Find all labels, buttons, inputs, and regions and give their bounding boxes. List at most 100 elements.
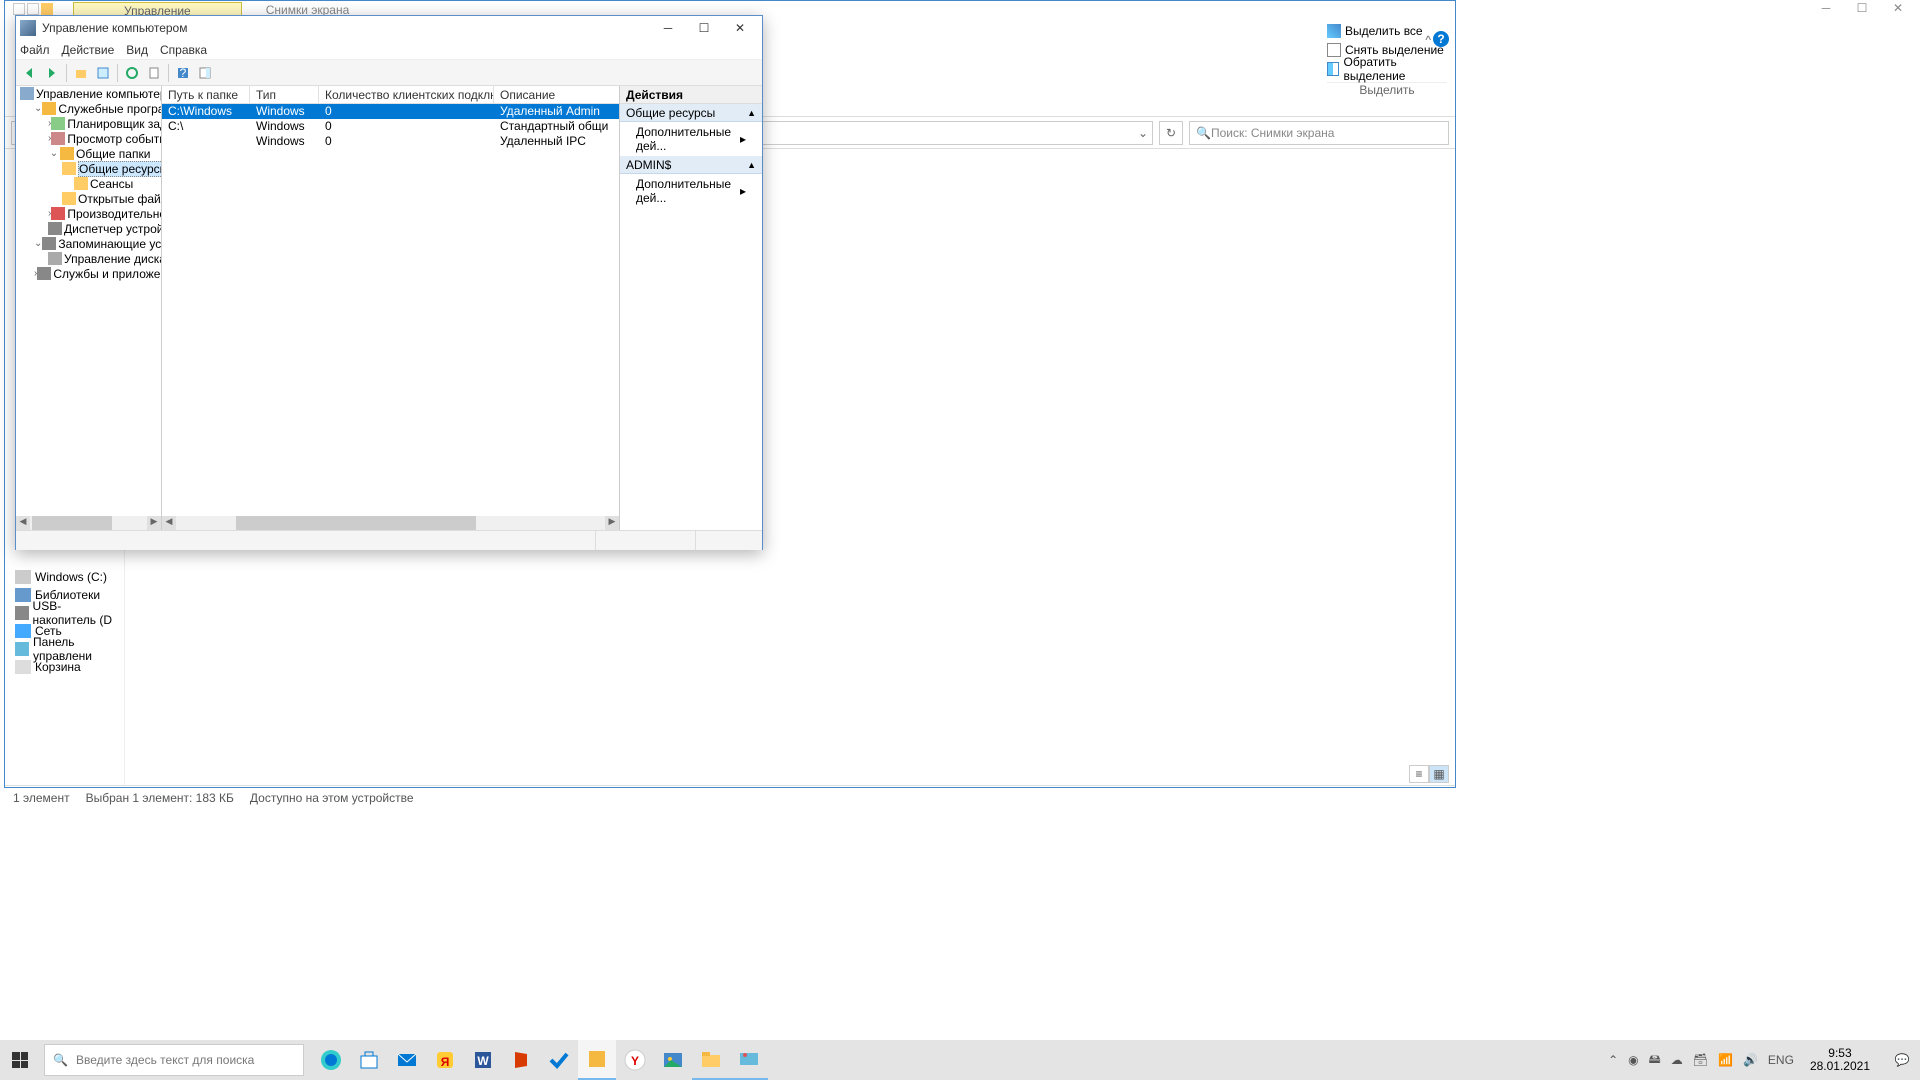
menu-action[interactable]: Действие <box>62 43 115 57</box>
tree-item[interactable]: ›Просмотр событий <box>16 131 161 146</box>
list-row[interactable]: C:\WindowsWindows0Удаленный Admin <box>162 104 619 119</box>
taskbar-office[interactable] <box>502 1040 540 1080</box>
tree-node-icon <box>42 237 56 250</box>
tree-node-icon <box>74 177 88 190</box>
taskbar-store[interactable] <box>350 1040 388 1080</box>
tray-battery-icon[interactable]: 🗃 <box>1693 1053 1708 1067</box>
invert-selection-button[interactable]: Обратить выделение <box>1327 60 1447 78</box>
help-icon[interactable]: ? <box>1433 31 1449 47</box>
tree-item[interactable]: Управление компьютером (л <box>16 86 161 101</box>
taskbar-mail[interactable] <box>388 1040 426 1080</box>
close-button[interactable]: ✕ <box>722 16 758 40</box>
help-button[interactable]: ? <box>173 63 193 83</box>
start-button[interactable] <box>0 1040 40 1080</box>
bg-minimize-button[interactable]: ─ <box>1808 1 1844 21</box>
taskbar-explorer[interactable] <box>692 1040 730 1080</box>
tree-expand-icon[interactable]: ⌄ <box>34 238 42 249</box>
tree-item[interactable]: ›Планировщик заданий <box>16 116 161 131</box>
tree-node-icon <box>60 147 74 160</box>
refresh-button[interactable] <box>122 63 142 83</box>
svg-text:?: ? <box>180 66 187 80</box>
tree-item[interactable]: ›Производительность <box>16 206 161 221</box>
tree-node-label: Диспетчер устройств <box>64 222 162 236</box>
nav-item-usb[interactable]: USB-накопитель (D <box>5 604 124 622</box>
forward-button[interactable] <box>42 63 62 83</box>
tree-item[interactable]: ⌄Запоминающие устройств <box>16 236 161 251</box>
mmc-tree-pane[interactable]: Управление компьютером (л ⌄ Служебные прог… <box>16 86 162 530</box>
export-button[interactable] <box>144 63 164 83</box>
actions-group-shares[interactable]: Общие ресурсы▲ <box>620 104 762 122</box>
minimize-button[interactable]: ─ <box>650 16 686 40</box>
taskbar-search-input[interactable]: 🔍Введите здесь текст для поиска <box>44 1044 304 1076</box>
tree-item[interactable]: Сеансы <box>16 176 161 191</box>
column-header-connections[interactable]: Количество клиентских подключений <box>319 86 494 103</box>
actions-more-shares[interactable]: Дополнительные дей...▸ <box>620 122 762 156</box>
properties-button[interactable] <box>93 63 113 83</box>
tree-item[interactable]: Открытые файлы <box>16 191 161 206</box>
back-button[interactable] <box>20 63 40 83</box>
taskbar-compmgmt[interactable] <box>578 1040 616 1080</box>
actions-more-admin[interactable]: Дополнительные дей...▸ <box>620 174 762 208</box>
tree-expand-icon[interactable]: ⌄ <box>48 148 60 159</box>
explorer-search-input[interactable]: 🔍 Поиск: Снимки экрана <box>1189 121 1449 145</box>
tray-chevron-up-icon[interactable]: ⌃ <box>1608 1053 1618 1067</box>
taskbar-photos[interactable] <box>654 1040 692 1080</box>
nav-item-windows-c[interactable]: Windows (C:) <box>5 568 124 586</box>
bg-close-button[interactable]: ✕ <box>1880 1 1916 21</box>
status-availability: Доступно на этом устройстве <box>250 791 414 805</box>
tree-hscrollbar[interactable]: ◀▶ <box>16 516 161 530</box>
tree-node-label: Открытые файлы <box>78 192 162 206</box>
bg-maximize-button[interactable]: ☐ <box>1844 1 1880 21</box>
tree-node-icon <box>51 207 65 220</box>
tree-item[interactable]: Управление дисками <box>16 251 161 266</box>
view-details-button[interactable]: ≡ <box>1409 765 1429 783</box>
tree-item[interactable]: ›Службы и приложения <box>16 266 161 281</box>
mmc-list-pane[interactable]: Путь к папке Тип Количество клиентских п… <box>162 86 620 530</box>
refresh-button[interactable]: ↻ <box>1159 121 1183 145</box>
maximize-button[interactable]: ☐ <box>686 16 722 40</box>
mmc-status-bar <box>16 530 762 550</box>
bg-window-controls: ─ ☐ ✕ <box>1808 1 1916 21</box>
show-action-pane-button[interactable] <box>195 63 215 83</box>
nav-item-control-panel[interactable]: Панель управлени <box>5 640 124 658</box>
list-hscrollbar[interactable]: ◀▶ <box>162 516 619 530</box>
list-row[interactable]: C:\Windows0Стандартный общий р... <box>162 119 619 134</box>
tree-expand-icon[interactable]: ⌄ <box>34 103 42 114</box>
tray-onedrive-icon[interactable]: ☁ <box>1671 1053 1683 1067</box>
status-selected: Выбран 1 элемент: 183 КБ <box>86 791 234 805</box>
mmc-title-bar[interactable]: Управление компьютером ─ ☐ ✕ <box>16 16 762 40</box>
chevron-down-icon[interactable]: ⌄ <box>1138 126 1148 140</box>
tree-item[interactable]: Общие ресурсы <box>16 161 161 176</box>
actions-group-admin[interactable]: ADMIN$▲ <box>620 156 762 174</box>
view-large-icons-button[interactable]: ▦ <box>1429 765 1449 783</box>
collapse-ribbon-icon[interactable]: ^ <box>1425 33 1431 47</box>
tray-wifi-icon[interactable]: 📶 <box>1718 1053 1733 1067</box>
explorer-status-bar: 1 элемент Выбран 1 элемент: 183 КБ Досту… <box>5 785 1455 809</box>
column-header-type[interactable]: Тип <box>250 86 319 103</box>
taskbar-yandex[interactable]: Я <box>426 1040 464 1080</box>
tray-clock[interactable]: 9:5328.01.2021 <box>1804 1047 1876 1073</box>
tree-node-label: Служебные программы <box>58 102 162 116</box>
column-header-path[interactable]: Путь к папке <box>162 86 250 103</box>
list-row[interactable]: Windows0Удаленный IPC <box>162 134 619 149</box>
up-button[interactable] <box>71 63 91 83</box>
action-center-button[interactable]: 💬 <box>1884 1040 1920 1080</box>
taskbar-edge[interactable] <box>312 1040 350 1080</box>
status-item-count: 1 элемент <box>13 791 70 805</box>
taskbar-yandex-browser[interactable]: Y <box>616 1040 654 1080</box>
menu-help[interactable]: Справка <box>160 43 207 57</box>
tree-node-icon <box>51 117 65 130</box>
menu-view[interactable]: Вид <box>126 43 148 57</box>
tree-item[interactable]: ⌄ Служебные программы <box>16 101 161 116</box>
taskbar-todo[interactable] <box>540 1040 578 1080</box>
tray-volume-icon[interactable]: 🔊 <box>1743 1053 1758 1067</box>
column-header-description[interactable]: Описание <box>494 86 609 103</box>
tray-location-icon[interactable]: ◉ <box>1628 1053 1638 1067</box>
tray-language[interactable]: ENG <box>1768 1053 1794 1067</box>
tree-item[interactable]: ⌄Общие папки <box>16 146 161 161</box>
taskbar-word[interactable]: W <box>464 1040 502 1080</box>
tree-item[interactable]: Диспетчер устройств <box>16 221 161 236</box>
taskbar-snipping[interactable] <box>730 1040 768 1080</box>
menu-file[interactable]: Файл <box>20 43 50 57</box>
tray-usb-icon[interactable]: 🖴 <box>1649 1050 1661 1071</box>
